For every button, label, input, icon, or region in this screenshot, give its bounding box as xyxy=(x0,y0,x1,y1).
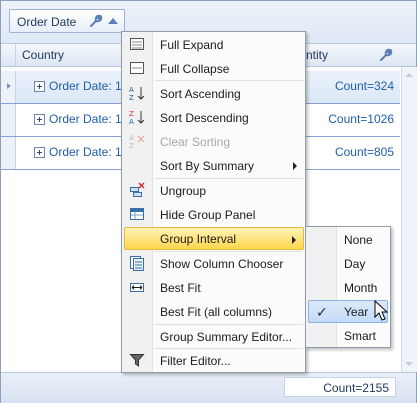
menu-item-label: Show Column Chooser xyxy=(160,257,284,271)
group-row-text: Order Date: 1 xyxy=(49,112,122,126)
wrench-icon[interactable] xyxy=(379,48,393,62)
svg-text:A: A xyxy=(129,134,134,142)
menu-item-show-column-chooser[interactable]: Show Column Chooser xyxy=(124,252,304,275)
submenu-item-label: Year xyxy=(344,305,369,319)
menu-item-full-expand[interactable]: Full Expand xyxy=(124,33,304,56)
group-interval-submenu: None Day Month ✓ Year Smart xyxy=(305,226,391,348)
row-indicator xyxy=(1,71,16,103)
menu-item-label: Sort Descending xyxy=(160,111,249,125)
scroll-down-icon[interactable] xyxy=(405,362,413,366)
mouse-pointer-icon xyxy=(374,300,389,321)
group-row-summary: Count=805 xyxy=(334,145,394,159)
scroll-up-icon[interactable] xyxy=(405,73,413,77)
svg-text:Z: Z xyxy=(129,142,134,149)
group-row-summary: Count=324 xyxy=(334,79,394,93)
menu-item-sort-by-summary[interactable]: Sort By Summary xyxy=(124,154,304,177)
expand-icon[interactable] xyxy=(34,147,45,158)
svg-text:A: A xyxy=(129,86,134,94)
group-chip-order-date[interactable]: Order Date xyxy=(9,9,125,33)
group-context-menu: Full Expand Full Collapse A Z Sort Ascen… xyxy=(121,31,306,373)
sort-ascending-icon: A Z xyxy=(129,86,145,101)
menu-item-sort-descending[interactable]: Z A Sort Descending xyxy=(124,106,304,129)
menu-item-label: Group Interval xyxy=(160,232,237,246)
menu-item-ungroup[interactable]: Ungroup xyxy=(124,179,304,202)
menu-item-label: Best Fit (all columns) xyxy=(160,305,273,319)
row-indicator xyxy=(1,137,16,169)
best-fit-icon xyxy=(130,283,144,292)
menu-item-label: Full Expand xyxy=(160,38,224,52)
submenu-item-day[interactable]: Day xyxy=(308,252,388,275)
expand-icon[interactable] xyxy=(34,81,45,92)
menu-item-sort-ascending[interactable]: A Z Sort Ascending xyxy=(124,82,304,105)
group-row-text: Order Date: 1 xyxy=(49,79,122,93)
menu-item-clear-sorting: A Z Clear Sorting xyxy=(124,130,304,153)
menu-item-group-summary-editor[interactable]: Group Summary Editor... xyxy=(124,325,304,348)
submenu-arrow-icon xyxy=(293,162,297,170)
footer-total-count: Count=2155 xyxy=(323,381,389,395)
expand-icon[interactable] xyxy=(34,114,45,125)
group-row-summary: Count=1026 xyxy=(328,112,394,126)
footer-summary-cell: Count=2155 xyxy=(284,377,396,397)
column-chooser-icon xyxy=(130,256,144,271)
submenu-arrow-icon xyxy=(292,236,296,244)
menu-item-label: Full Collapse xyxy=(160,62,230,76)
menu-item-label: Ungroup xyxy=(160,184,207,198)
submenu-item-label: Day xyxy=(344,257,366,271)
svg-text:Z: Z xyxy=(129,94,134,101)
full-collapse-icon xyxy=(130,62,144,74)
column-header-quantity[interactable]: ntity xyxy=(306,48,328,62)
svg-text:Z: Z xyxy=(129,110,134,118)
ungroup-icon xyxy=(130,182,145,197)
row-indicator xyxy=(1,104,16,136)
submenu-item-none[interactable]: None xyxy=(308,228,388,251)
sort-descending-icon: Z A xyxy=(129,110,145,125)
submenu-item-label: Month xyxy=(344,281,378,295)
filter-icon xyxy=(129,354,145,367)
full-expand-icon xyxy=(130,38,144,50)
menu-item-label: Clear Sorting xyxy=(160,135,231,149)
menu-item-best-fit[interactable]: Best Fit xyxy=(124,276,304,299)
svg-text:A: A xyxy=(129,118,134,125)
clear-sorting-icon: A Z xyxy=(129,134,145,149)
menu-item-label: Sort By Summary xyxy=(160,159,255,173)
submenu-item-label: Smart xyxy=(344,329,377,343)
menu-item-filter-editor[interactable]: Filter Editor... xyxy=(124,349,304,372)
menu-item-label: Filter Editor... xyxy=(160,354,231,368)
hide-group-panel-icon xyxy=(130,208,144,220)
menu-item-label: Hide Group Panel xyxy=(160,208,256,222)
sort-ascending-arrow-icon xyxy=(108,18,118,24)
vertical-scrollbar[interactable] xyxy=(401,67,417,372)
submenu-item-label: None xyxy=(344,233,373,247)
menu-item-label: Best Fit xyxy=(160,281,201,295)
submenu-item-month[interactable]: Month xyxy=(308,276,388,299)
group-chip-label: Order Date xyxy=(17,15,77,29)
menu-item-full-collapse[interactable]: Full Collapse xyxy=(124,57,304,80)
total-summary-footer: Count=2155 xyxy=(1,372,416,403)
checkmark-icon: ✓ xyxy=(316,304,328,320)
group-row-text: Order Date: 1 xyxy=(49,145,122,159)
menu-item-hide-group-panel[interactable]: Hide Group Panel xyxy=(124,203,304,226)
focused-row-arrow-icon xyxy=(7,83,11,89)
submenu-item-smart[interactable]: Smart xyxy=(308,324,388,347)
header-indicator-cell xyxy=(1,44,16,66)
menu-item-label: Group Summary Editor... xyxy=(160,330,293,344)
menu-item-best-fit-all-columns[interactable]: Best Fit (all columns) xyxy=(124,300,304,323)
menu-item-group-interval[interactable]: Group Interval xyxy=(124,227,304,250)
wrench-icon[interactable] xyxy=(89,14,103,28)
column-header-country[interactable]: Country xyxy=(22,48,64,62)
menu-item-label: Sort Ascending xyxy=(160,87,241,101)
menu-separator xyxy=(155,80,303,81)
